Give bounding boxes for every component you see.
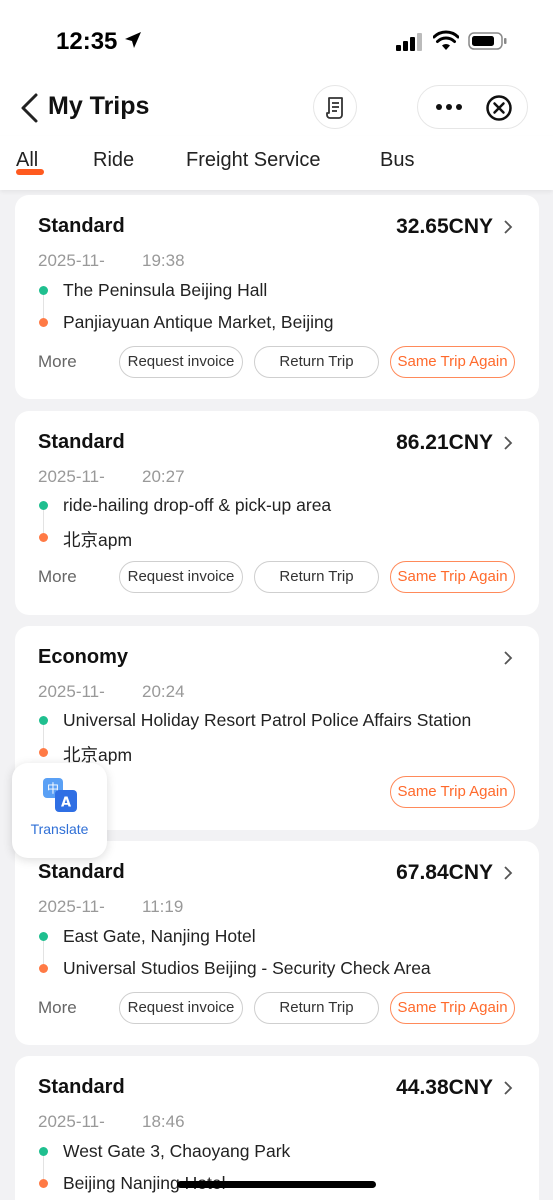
- more-link[interactable]: More: [38, 567, 77, 587]
- route-line: [43, 510, 44, 533]
- request-invoice-button[interactable]: Request invoice: [119, 992, 243, 1024]
- trip-origin: West Gate 3, Chaoyang Park: [63, 1141, 291, 1161]
- more-dots-icon[interactable]: [433, 97, 465, 117]
- destination-dot-icon: [39, 533, 48, 542]
- trip-date: 2025-11-: [38, 467, 105, 486]
- close-circle-icon[interactable]: [485, 94, 513, 122]
- trip-date: 2025-11-: [38, 1112, 105, 1131]
- return-trip-button[interactable]: Return Trip: [254, 561, 379, 593]
- status-time: 12:35: [56, 28, 118, 55]
- return-trip-button[interactable]: Return Trip: [254, 346, 379, 378]
- translate-icon: 中 A: [43, 778, 77, 812]
- destination-dot-icon: [39, 964, 48, 973]
- trip-time: 20:27: [142, 467, 185, 486]
- request-invoice-button[interactable]: Request invoice: [119, 561, 243, 593]
- more-link[interactable]: More: [38, 998, 77, 1018]
- tab-freight-service[interactable]: Freight Service: [186, 149, 321, 172]
- route-line: [43, 725, 44, 748]
- trip-time: 19:38: [142, 251, 185, 270]
- trip-date: 2025-11-: [38, 251, 105, 270]
- car-type: Standard: [38, 861, 125, 883]
- trip-origin: East Gate, Nanjing Hotel: [63, 926, 256, 946]
- car-type: Standard: [38, 431, 125, 453]
- tab-ride[interactable]: Ride: [93, 149, 134, 172]
- battery-icon: [468, 32, 507, 50]
- trip-destination: Panjiayuan Antique Market, Beijing: [63, 312, 334, 332]
- car-type: Standard: [38, 1076, 125, 1098]
- same-trip-again-button[interactable]: Same Trip Again: [390, 561, 515, 593]
- route-line: [43, 1156, 44, 1179]
- same-trip-again-button[interactable]: Same Trip Again: [390, 992, 515, 1024]
- route-line: [43, 295, 44, 318]
- nav-bar: My Trips: [0, 80, 553, 136]
- same-trip-again-button[interactable]: Same Trip Again: [390, 776, 515, 808]
- trip-filter-tabs: All Ride Freight Service Bus: [0, 136, 553, 190]
- same-trip-again-button[interactable]: Same Trip Again: [390, 346, 515, 378]
- trip-origin: Universal Holiday Resort Patrol Police A…: [63, 710, 472, 730]
- more-link[interactable]: More: [38, 352, 77, 372]
- origin-dot-icon: [39, 716, 48, 725]
- trip-date: 2025-11-: [38, 897, 105, 916]
- trip-origin: ride-hailing drop-off & pick-up area: [63, 495, 332, 515]
- translate-glyph-a: A: [61, 796, 71, 811]
- translate-button[interactable]: 中 A Translate: [12, 763, 107, 858]
- destination-dot-icon: [39, 318, 48, 327]
- destination-dot-icon: [39, 1179, 48, 1188]
- chevron-right-icon: [504, 651, 513, 665]
- trip-price: 44.38CNY: [396, 1076, 493, 1099]
- trip-time: 11:19: [142, 897, 184, 916]
- origin-dot-icon: [39, 501, 48, 510]
- trip-card[interactable]: Standard 86.21CNY 2025-11- 20:27 ride-ha…: [15, 411, 539, 615]
- trip-price: 32.65CNY: [396, 215, 493, 238]
- trip-card[interactable]: Standard 44.38CNY 2025-11- 18:46 West Ga…: [15, 1056, 539, 1200]
- trip-origin: The Peninsula Beijing Hall: [63, 280, 268, 300]
- translate-label: Translate: [30, 821, 89, 837]
- mini-program-capsule: [417, 85, 528, 129]
- receipt-icon: [326, 97, 343, 119]
- wifi-icon: [433, 30, 459, 50]
- trip-price: 67.84CNY: [396, 861, 493, 884]
- trip-destination: Universal Studios Beijing - Security Che…: [63, 958, 431, 978]
- chevron-right-icon: [504, 436, 513, 450]
- origin-dot-icon: [39, 286, 48, 295]
- car-type: Standard: [38, 215, 125, 237]
- trip-destination: 北京apm: [63, 530, 133, 550]
- trip-card[interactable]: Standard 32.65CNY 2025-11- 19:38 The Pen…: [15, 195, 539, 399]
- tab-active-indicator: [16, 169, 44, 175]
- trip-date: 2025-11-: [38, 682, 105, 701]
- trip-time: 18:46: [142, 1112, 185, 1131]
- origin-dot-icon: [39, 932, 48, 941]
- home-indicator: [177, 1181, 376, 1188]
- return-trip-button[interactable]: Return Trip: [254, 992, 379, 1024]
- request-invoice-button[interactable]: Request invoice: [119, 346, 243, 378]
- car-type: Economy: [38, 646, 129, 668]
- route-line: [43, 941, 44, 964]
- chevron-right-icon: [504, 220, 513, 234]
- tab-bus[interactable]: Bus: [380, 149, 414, 172]
- translate-glyph-zh: 中: [47, 781, 59, 796]
- receipt-button[interactable]: [313, 85, 357, 129]
- trip-card[interactable]: Standard 67.84CNY 2025-11- 11:19 East Ga…: [15, 841, 539, 1045]
- destination-dot-icon: [39, 748, 48, 757]
- trip-time: 20:24: [142, 682, 185, 701]
- cellular-signal-icon: [396, 33, 422, 51]
- chevron-right-icon: [504, 866, 513, 880]
- location-arrow-icon: [125, 32, 141, 48]
- trip-price: 86.21CNY: [396, 431, 493, 454]
- status-bar: 12:35: [0, 0, 553, 80]
- back-chevron-icon[interactable]: [18, 92, 42, 124]
- page-title: My Trips: [48, 92, 150, 120]
- origin-dot-icon: [39, 1147, 48, 1156]
- chevron-right-icon: [504, 1081, 513, 1095]
